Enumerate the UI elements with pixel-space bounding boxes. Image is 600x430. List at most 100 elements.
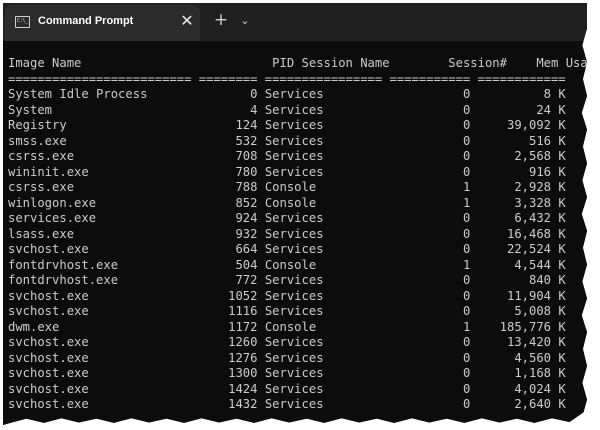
process-row: svchost.exe 1276 Services 0 4,560 K [8,351,587,367]
process-pid: 788 [198,180,258,194]
process-session-num: 0 [389,87,471,101]
process-pid: 124 [198,118,258,132]
process-image-name: lsass.exe [8,226,192,241]
process-pid: 852 [198,195,258,210]
tab-command-prompt[interactable]: C:\_ Command Prompt ✕ [5,5,200,41]
column-header-session-num: Session# [448,56,507,70]
process-pid: 4 [198,102,258,117]
chevron-down-icon[interactable]: ⌄ [236,10,254,32]
process-row: Registry 124 Services 0 39,092 K [8,118,587,134]
process-session-name: Services [264,273,383,287]
process-session-name: Services [264,164,383,179]
new-tab-button[interactable]: + [210,10,232,32]
tab-title: Command Prompt [38,15,134,27]
process-session-name: Services [264,288,383,303]
process-row: System 4 Services 0 24 K [8,103,587,119]
process-row: wininit.exe 780 Services 0 916 K [8,165,587,181]
process-session-name: Console [264,319,383,334]
process-row: fontdrvhost.exe 504 Console 1 4,544 K [8,258,587,274]
process-mem-usage: 1,168 K [477,366,566,380]
command-prompt-icon-text: C:\_ [17,18,28,24]
column-header-line: Image Name PID Session Name Session# Mem… [8,56,587,72]
process-rows: System Idle Process 0 Services 0 8 K Syst… [8,87,587,413]
process-pid: 0 [198,87,258,101]
process-mem-usage: 39,092 K [477,118,566,132]
process-image-name: System [8,102,192,117]
process-row: svchost.exe 1116 Services 0 5,008 K [8,304,587,320]
tasklist-output: Image Name PID Session Name Session# Mem… [8,56,587,413]
process-image-name: svchost.exe [8,381,192,396]
process-row: svchost.exe 664 Services 0 22,524 K [8,242,587,258]
process-mem-usage: 16,468 K [477,226,566,241]
separator-line: ========================= ======== =====… [8,71,566,86]
process-mem-usage: 13,420 K [477,335,566,349]
process-row: csrss.exe 708 Services 0 2,568 K [8,149,587,165]
process-mem-usage: 4,560 K [477,350,566,365]
process-pid: 1052 [198,288,258,303]
process-session-num: 0 [389,133,471,148]
process-pid: 1300 [198,366,258,380]
process-image-name: fontdrvhost.exe [8,273,192,287]
process-row: svchost.exe 1260 Services 0 13,420 K [8,335,587,351]
process-pid: 708 [198,149,258,163]
console-output[interactable]: Image Name PID Session Name Session# Mem… [3,41,587,425]
process-image-name: fontdrvhost.exe [8,257,192,272]
process-row: svchost.exe 1424 Services 0 4,024 K [8,382,587,398]
process-row: winlogon.exe 852 Console 1 3,328 K [8,196,587,212]
process-session-name: Services [264,381,383,396]
process-image-name: svchost.exe [8,397,192,411]
process-session-num: 1 [389,319,471,334]
process-image-name: svchost.exe [8,304,192,318]
process-session-num: 0 [389,273,471,287]
process-mem-usage: 2,928 K [477,180,566,194]
process-pid: 664 [198,242,258,256]
process-image-name: winlogon.exe [8,195,192,210]
process-image-name: smss.exe [8,133,192,148]
process-session-name: Services [264,133,383,148]
process-image-name: svchost.exe [8,335,192,349]
process-session-num: 0 [389,381,471,396]
process-session-name: Services [264,102,383,117]
process-session-name: Services [264,149,383,163]
process-pid: 1260 [198,335,258,349]
process-mem-usage: 4,024 K [477,381,566,396]
process-image-name: services.exe [8,211,192,225]
process-image-name: svchost.exe [8,242,192,256]
process-session-name: Console [264,180,383,194]
close-tab-icon[interactable]: ✕ [177,11,197,31]
process-session-name: Services [264,335,383,349]
process-session-num: 1 [389,180,471,194]
process-mem-usage: 3,328 K [477,195,566,210]
process-row: services.exe 924 Services 0 6,432 K [8,211,587,227]
process-pid: 532 [198,133,258,148]
process-session-num: 1 [389,195,471,210]
process-session-num: 1 [389,257,471,272]
process-session-num: 0 [389,211,471,225]
process-session-name: Services [264,397,383,411]
process-mem-usage: 11,904 K [477,288,566,303]
column-header-pid: PID [272,56,295,70]
process-row: System Idle Process 0 Services 0 8 K [8,87,587,103]
process-session-num: 0 [389,242,471,256]
process-pid: 1432 [198,397,258,411]
process-session-name: Services [264,304,383,318]
process-session-num: 0 [389,366,471,380]
process-session-num: 0 [389,288,471,303]
process-mem-usage: 185,776 K [477,319,566,334]
process-pid: 924 [198,211,258,225]
process-session-name: Services [264,226,383,241]
process-mem-usage: 6,432 K [477,211,566,225]
process-pid: 780 [198,164,258,179]
process-image-name: wininit.exe [8,164,192,179]
process-session-name: Services [264,211,383,225]
process-mem-usage: 5,008 K [477,304,566,318]
process-session-name: Services [264,242,383,256]
process-row: svchost.exe 1052 Services 0 11,904 K [8,289,587,305]
process-image-name: Registry [8,118,192,132]
process-session-num: 0 [389,164,471,179]
process-session-num: 0 [389,118,471,132]
process-session-num: 0 [389,149,471,163]
process-pid: 772 [198,273,258,287]
process-image-name: csrss.exe [8,180,192,194]
process-row: dwm.exe 1172 Console 1 185,776 K [8,320,587,336]
